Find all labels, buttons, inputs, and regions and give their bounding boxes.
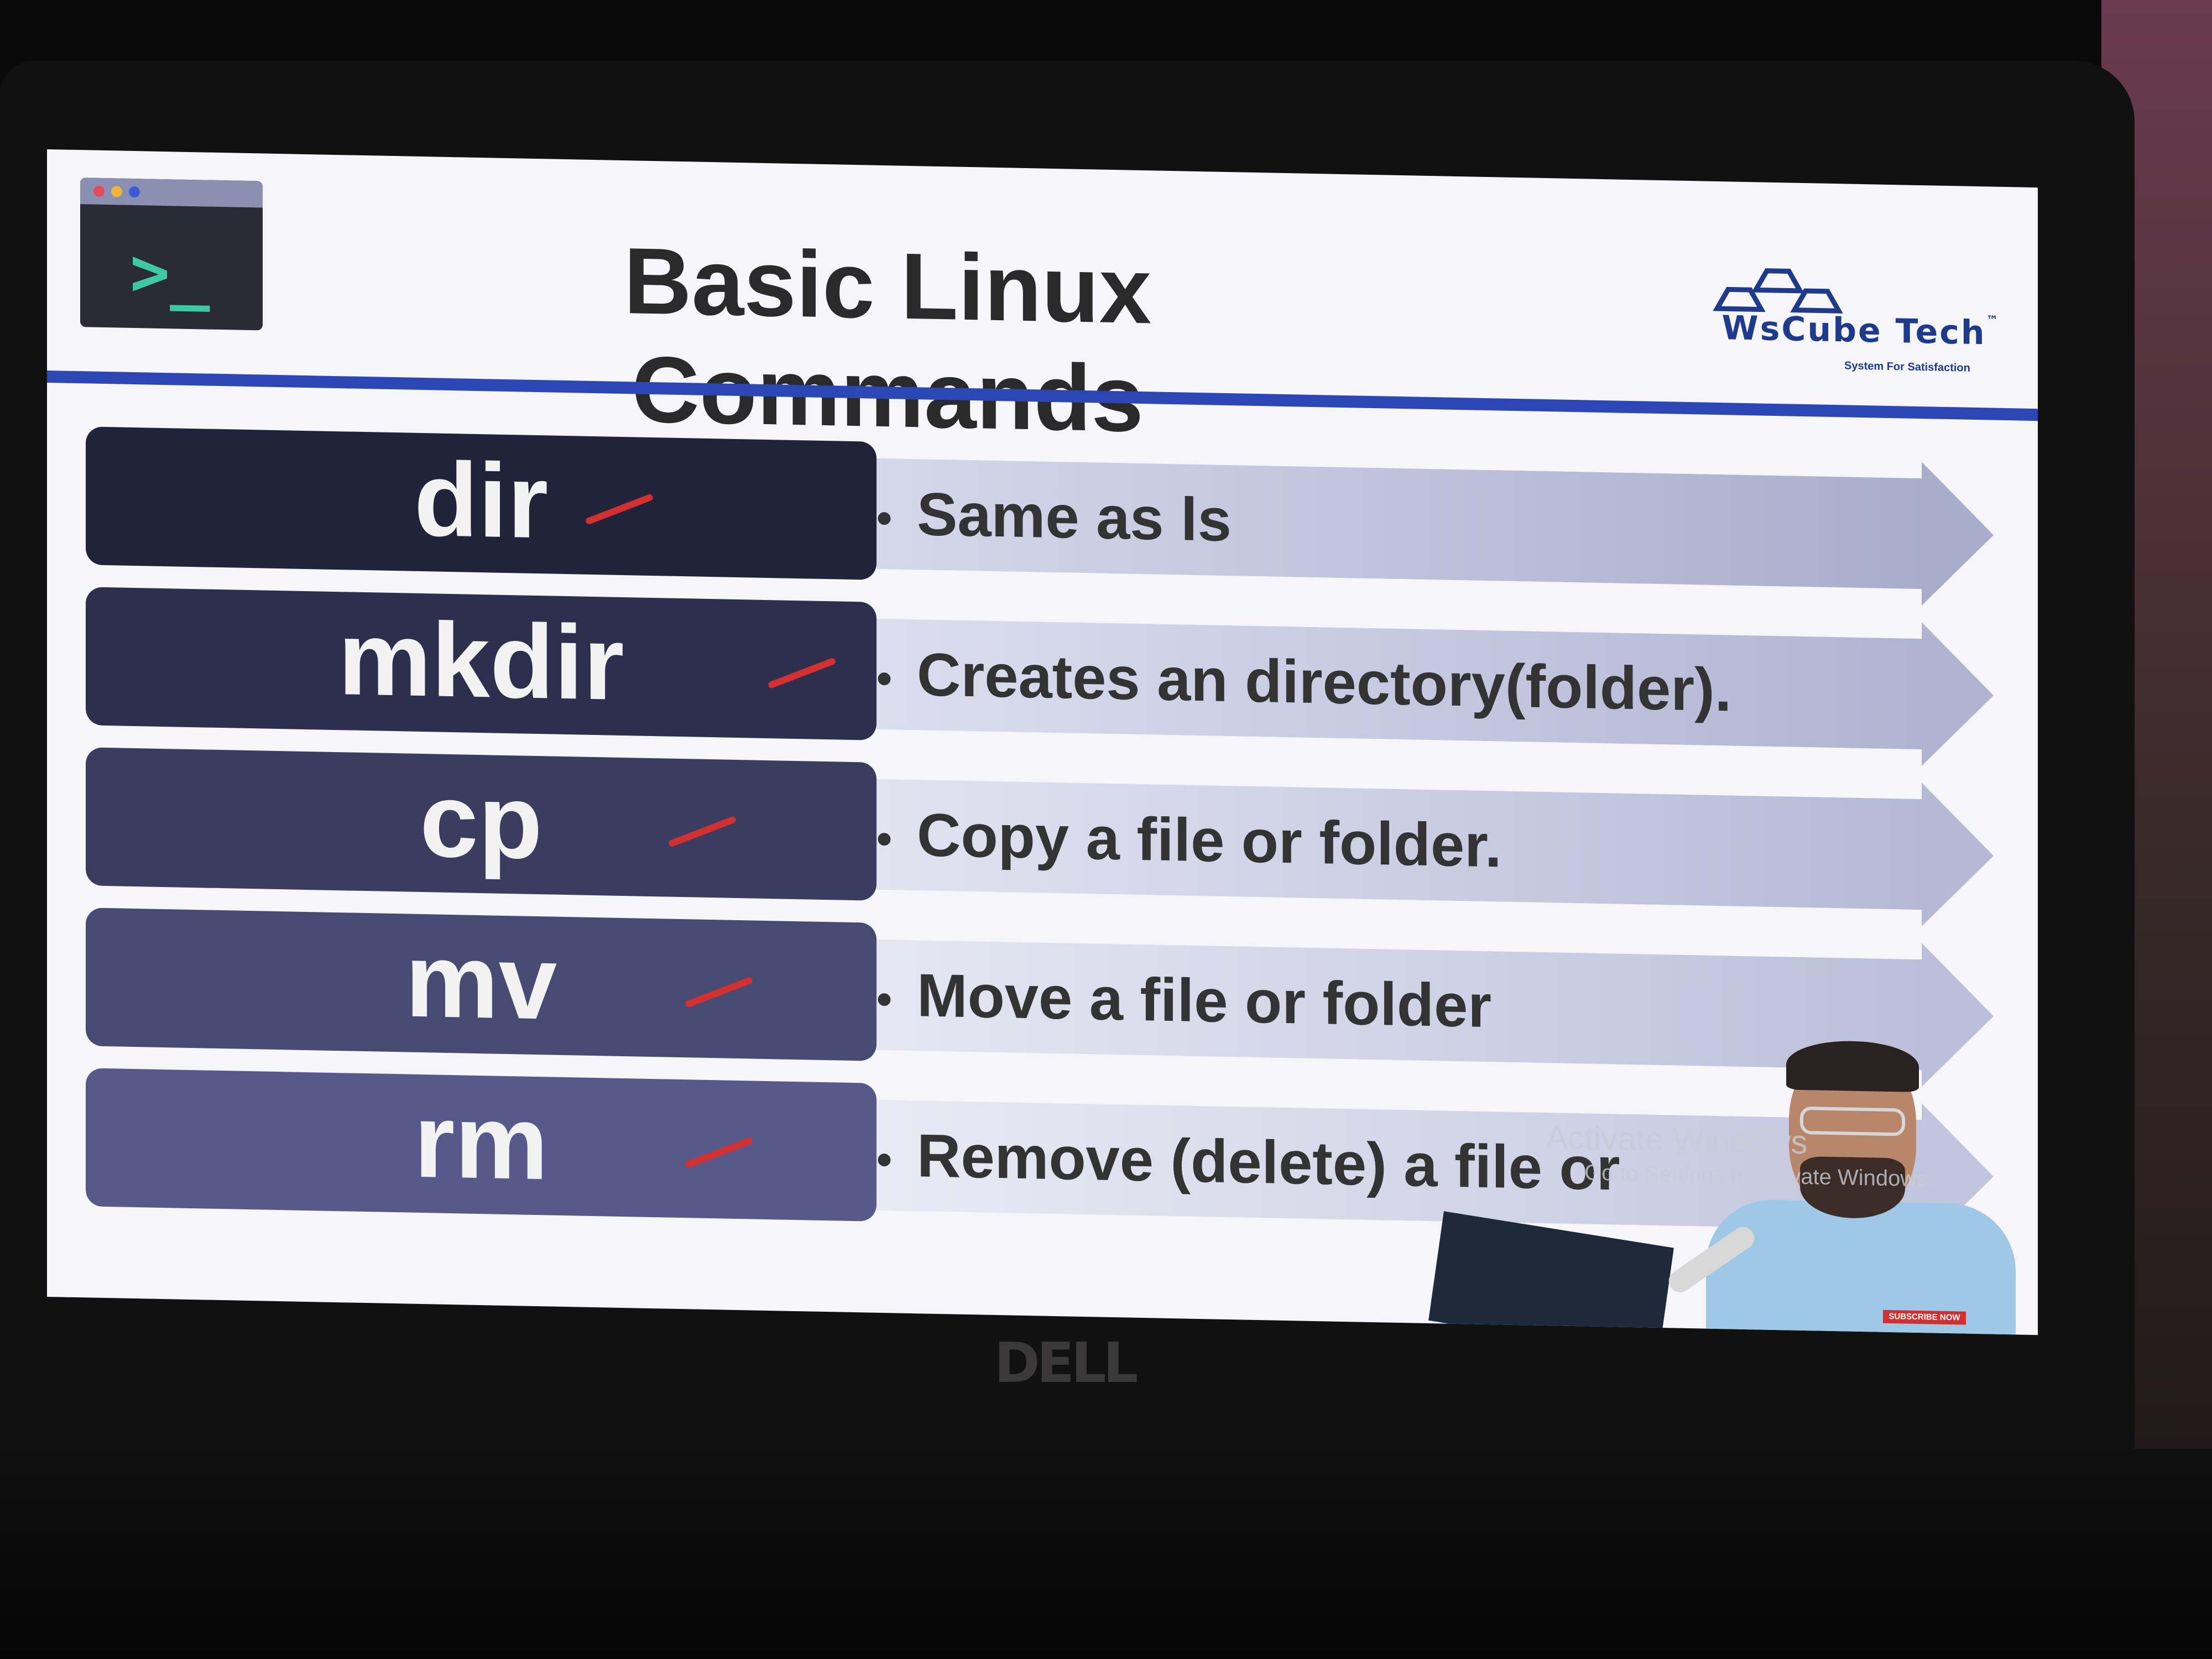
laptop-screen: >_ Basic Linux Commands WsCube Tech™ Sys… xyxy=(47,149,2038,1335)
dell-logo-icon: DELL xyxy=(994,1331,1139,1395)
command-label: cp xyxy=(86,747,877,901)
terminal-icon: >_ xyxy=(80,178,263,331)
command-row: cp • Copy a file or folder. xyxy=(86,747,2010,928)
description-text: Move a file or folder xyxy=(917,961,1492,1041)
laptop-bezel: >_ Basic Linux Commands WsCube Tech™ Sys… xyxy=(0,61,2135,1659)
logo-text: WsCube Tech™ xyxy=(1706,309,2016,353)
terminal-prompt: >_ xyxy=(130,233,210,312)
terminal-titlebar xyxy=(80,178,263,208)
subscribe-button[interactable]: SUBSCRIBE NOW xyxy=(1883,1310,1966,1325)
command-description: • Same as ls xyxy=(877,472,1232,566)
maximize-dot-icon xyxy=(129,186,140,198)
minimize-dot-icon xyxy=(111,186,122,197)
close-dot-icon xyxy=(93,185,105,197)
bullet-icon: • xyxy=(877,1134,893,1185)
keyboard-edge xyxy=(0,1449,2212,1659)
bullet-icon: • xyxy=(877,813,893,864)
trademark-mark: ™ xyxy=(1986,314,2000,328)
command-row: dir • Same as ls xyxy=(86,426,2010,607)
windows-activation-watermark: Activate Windows xyxy=(1546,1119,1808,1161)
description-text: Creates an directory(folder). xyxy=(917,640,1732,724)
wscube-logo: WsCube Tech™ System For Satisfaction xyxy=(1706,264,2016,398)
presenter-hair xyxy=(1786,1040,1919,1092)
bullet-icon: • xyxy=(877,653,893,703)
command-label: mkdir xyxy=(86,587,877,740)
bullet-icon: • xyxy=(877,493,893,543)
command-label: rm xyxy=(86,1068,877,1222)
logo-name: WsCube Tech xyxy=(1721,309,1986,353)
command-description: • Creates an directory(folder). xyxy=(877,633,1731,737)
presenter-glasses xyxy=(1800,1106,1905,1136)
presenter-laptop xyxy=(1428,1211,1674,1335)
presenter-body xyxy=(1706,1198,2016,1335)
description-text: Copy a file or folder. xyxy=(917,801,1502,880)
command-description: • Copy a file or folder. xyxy=(877,793,1501,893)
command-label: dir xyxy=(86,426,877,580)
slide-title: Basic Linux Commands xyxy=(623,228,1152,452)
bullet-icon: • xyxy=(877,974,893,1024)
logo-tagline: System For Satisfaction xyxy=(1844,359,1970,374)
command-row: mkdir • Creates an directory(folder). xyxy=(86,587,2010,768)
command-label: mv xyxy=(86,907,877,1061)
description-text: Same as ls xyxy=(917,480,1232,555)
